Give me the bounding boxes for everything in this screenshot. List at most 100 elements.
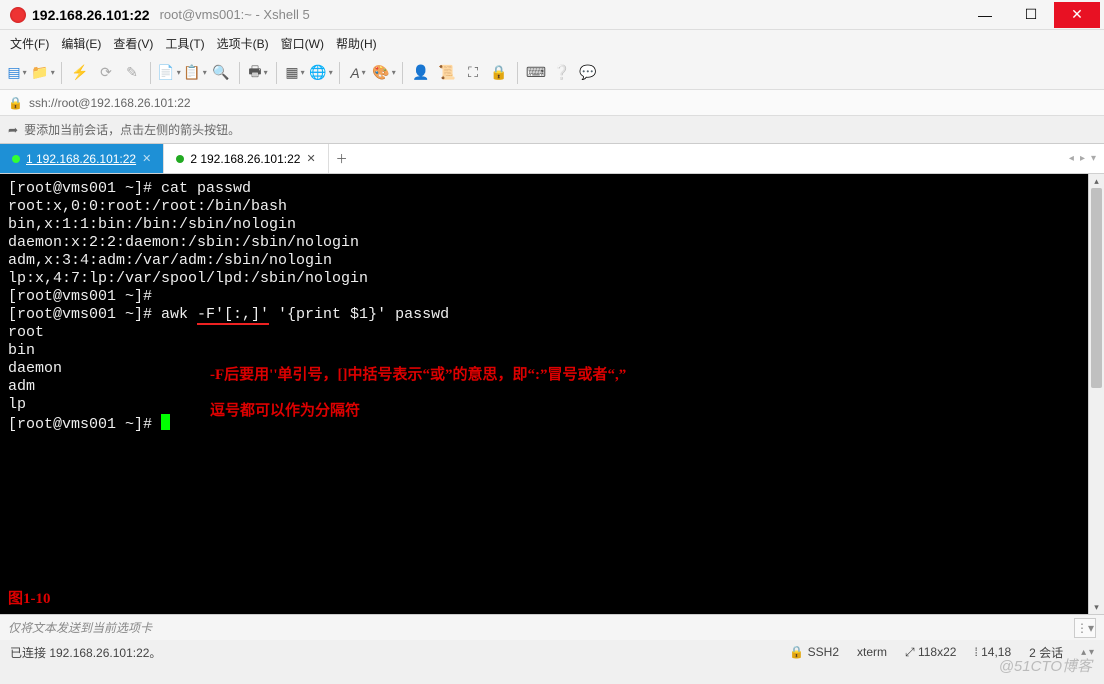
status-cursor-pos: ⁞ 14,18: [974, 645, 1011, 659]
find-icon[interactable]: 🔍: [210, 62, 232, 84]
terminal-line: daemon:x:2:2:daemon:/sbin:/sbin/nologin: [8, 234, 359, 251]
status-menu-icon[interactable]: ▴ ▾: [1081, 647, 1094, 658]
menu-tabs[interactable]: 选项卡(B): [217, 35, 269, 52]
scroll-down-icon[interactable]: ▾: [1089, 600, 1104, 614]
scroll-up-icon[interactable]: ▴: [1089, 174, 1104, 188]
status-dot-icon: [176, 155, 184, 163]
user-icon[interactable]: 👤: [410, 62, 432, 84]
tab-session-2[interactable]: 2 192.168.26.101:22 ✕: [164, 144, 328, 173]
hint-bar: ➦ 要添加当前会话，点击左侧的箭头按钮。: [0, 116, 1104, 144]
toolbar-separator: [402, 62, 403, 84]
status-term: xterm: [857, 645, 887, 659]
tab-label: 2 192.168.26.101:22: [190, 152, 300, 166]
print-icon[interactable]: 🖶: [247, 62, 269, 84]
window-controls: — ☐ ✕: [962, 2, 1100, 28]
terminal-line: bin: [8, 342, 35, 359]
toolbar-separator: [61, 62, 62, 84]
toolbar: ▤ 📁 ⚡ ⟳ ✎ 📄 📋 🔍 🖶 ▦ 🌐 A 🎨 👤 📜 ⛶ 🔒 ⌨ ❔ 💬: [0, 56, 1104, 90]
status-bar: 已连接 192.168.26.101:22。 🔒 SSH2 xterm ⤢ 11…: [0, 640, 1104, 664]
toolbar-separator: [339, 62, 340, 84]
highlighted-option: -F'[:,]': [197, 306, 269, 325]
toolbar-separator: [276, 62, 277, 84]
menu-edit[interactable]: 编辑(E): [61, 35, 101, 52]
toolbar-separator: [239, 62, 240, 84]
arrow-icon[interactable]: ➦: [8, 123, 18, 137]
status-sessions: 2 会话: [1029, 644, 1063, 661]
menu-window[interactable]: 窗口(W): [281, 35, 324, 52]
terminal-line: [root@vms001 ~]#: [8, 288, 161, 305]
lock-small-icon: 🔒: [8, 96, 23, 110]
annotation-line-2: 逗号都可以作为分隔符: [210, 402, 360, 420]
menu-help[interactable]: 帮助(H): [336, 35, 377, 52]
chat-icon[interactable]: 💬: [577, 62, 599, 84]
view-mode-icon[interactable]: ▦: [284, 62, 306, 84]
fullscreen-icon[interactable]: ⛶: [462, 62, 484, 84]
status-size: ⤢ 118x22: [905, 645, 956, 660]
scrollbar-thumb[interactable]: [1091, 188, 1102, 388]
app-icon: [10, 7, 26, 23]
tab-nav: ◂ ▸ ▾: [1061, 144, 1104, 173]
paste-icon[interactable]: 📋: [184, 62, 206, 84]
terminal-line: adm,x:3:4:adm:/var/adm:/sbin/nologin: [8, 252, 332, 269]
toolbar-separator: [150, 62, 151, 84]
address-bar: 🔒 ssh://root@192.168.26.101:22: [0, 90, 1104, 116]
tab-close-icon[interactable]: ✕: [142, 152, 151, 165]
keyboard-icon[interactable]: ⌨: [525, 62, 547, 84]
tab-session-1[interactable]: 1 192.168.26.101:22 ✕: [0, 144, 164, 173]
tab-close-icon[interactable]: ✕: [306, 152, 315, 165]
tab-prev-icon[interactable]: ◂: [1069, 153, 1074, 164]
annotation-line-1: -F后要用''单引号，[]中括号表示“或”的意思，即“:”冒号或者“,”: [210, 366, 626, 384]
menu-view[interactable]: 查看(V): [113, 35, 153, 52]
properties-icon[interactable]: ✎: [121, 62, 143, 84]
send-menu-button[interactable]: ⋮▾: [1074, 618, 1096, 638]
send-bar: 仅将文本发送到当前选项卡 ⋮▾: [0, 614, 1104, 640]
terminal-line: root: [8, 324, 44, 341]
disconnect-icon[interactable]: ⟳: [95, 62, 117, 84]
terminal-scrollbar[interactable]: ▴ ▾: [1088, 174, 1104, 614]
script-icon[interactable]: 📜: [436, 62, 458, 84]
terminal-line: lp:x,4:7:lp:/var/spool/lpd:/sbin/nologin: [8, 270, 368, 287]
terminal-container: [root@vms001 ~]# cat passwd root:x,0:0:r…: [0, 174, 1104, 614]
close-button[interactable]: ✕: [1054, 2, 1100, 28]
menu-bar: 文件(F) 编辑(E) 查看(V) 工具(T) 选项卡(B) 窗口(W) 帮助(…: [0, 30, 1104, 56]
status-connection: 已连接 192.168.26.101:22。: [10, 644, 771, 661]
toolbar-separator: [517, 62, 518, 84]
terminal-line: daemon: [8, 360, 62, 377]
font-icon[interactable]: A: [347, 62, 369, 84]
tab-label: 1 192.168.26.101:22: [26, 152, 136, 166]
menu-tools[interactable]: 工具(T): [165, 35, 204, 52]
copy-icon[interactable]: 📄: [158, 62, 180, 84]
open-folder-icon[interactable]: 📁: [32, 62, 54, 84]
add-tab-button[interactable]: ＋: [329, 144, 355, 173]
terminal-line: [root@vms001 ~]# cat passwd: [8, 180, 251, 197]
color-icon[interactable]: 🎨: [373, 62, 395, 84]
help-icon[interactable]: ❔: [551, 62, 573, 84]
address-text[interactable]: ssh://root@192.168.26.101:22: [29, 96, 191, 110]
menu-file[interactable]: 文件(F): [10, 35, 49, 52]
terminal-line: [root@vms001 ~]#: [8, 416, 161, 433]
tab-next-icon[interactable]: ▸: [1080, 153, 1085, 164]
lock-icon[interactable]: 🔒: [488, 62, 510, 84]
terminal-line: adm: [8, 378, 35, 395]
new-session-icon[interactable]: ▤: [6, 62, 28, 84]
figure-label: 图1-10: [8, 590, 51, 608]
terminal[interactable]: [root@vms001 ~]# cat passwd root:x,0:0:r…: [0, 174, 1088, 614]
reconnect-icon[interactable]: ⚡: [69, 62, 91, 84]
title-host: 192.168.26.101:22: [32, 7, 150, 23]
title-rest: root@vms001:~ - Xshell 5: [160, 7, 310, 22]
hint-text: 要添加当前会话，点击左侧的箭头按钮。: [24, 121, 240, 138]
send-input[interactable]: 仅将文本发送到当前选项卡: [8, 619, 152, 636]
minimize-button[interactable]: —: [962, 2, 1008, 28]
encoding-icon[interactable]: 🌐: [310, 62, 332, 84]
terminal-line: bin,x:1:1:bin:/bin:/sbin/nologin: [8, 216, 296, 233]
status-dot-icon: [12, 155, 20, 163]
cursor: [161, 414, 170, 430]
tab-list-icon[interactable]: ▾: [1091, 153, 1096, 164]
maximize-button[interactable]: ☐: [1008, 2, 1054, 28]
status-protocol: 🔒 SSH2: [789, 645, 839, 659]
title-bar: 192.168.26.101:22 root@vms001:~ - Xshell…: [0, 0, 1104, 30]
terminal-line: '{print $1}' passwd: [269, 306, 449, 323]
terminal-line: lp: [8, 396, 26, 413]
terminal-line: root:x,0:0:root:/root:/bin/bash: [8, 198, 287, 215]
terminal-line: [root@vms001 ~]# awk: [8, 306, 197, 323]
